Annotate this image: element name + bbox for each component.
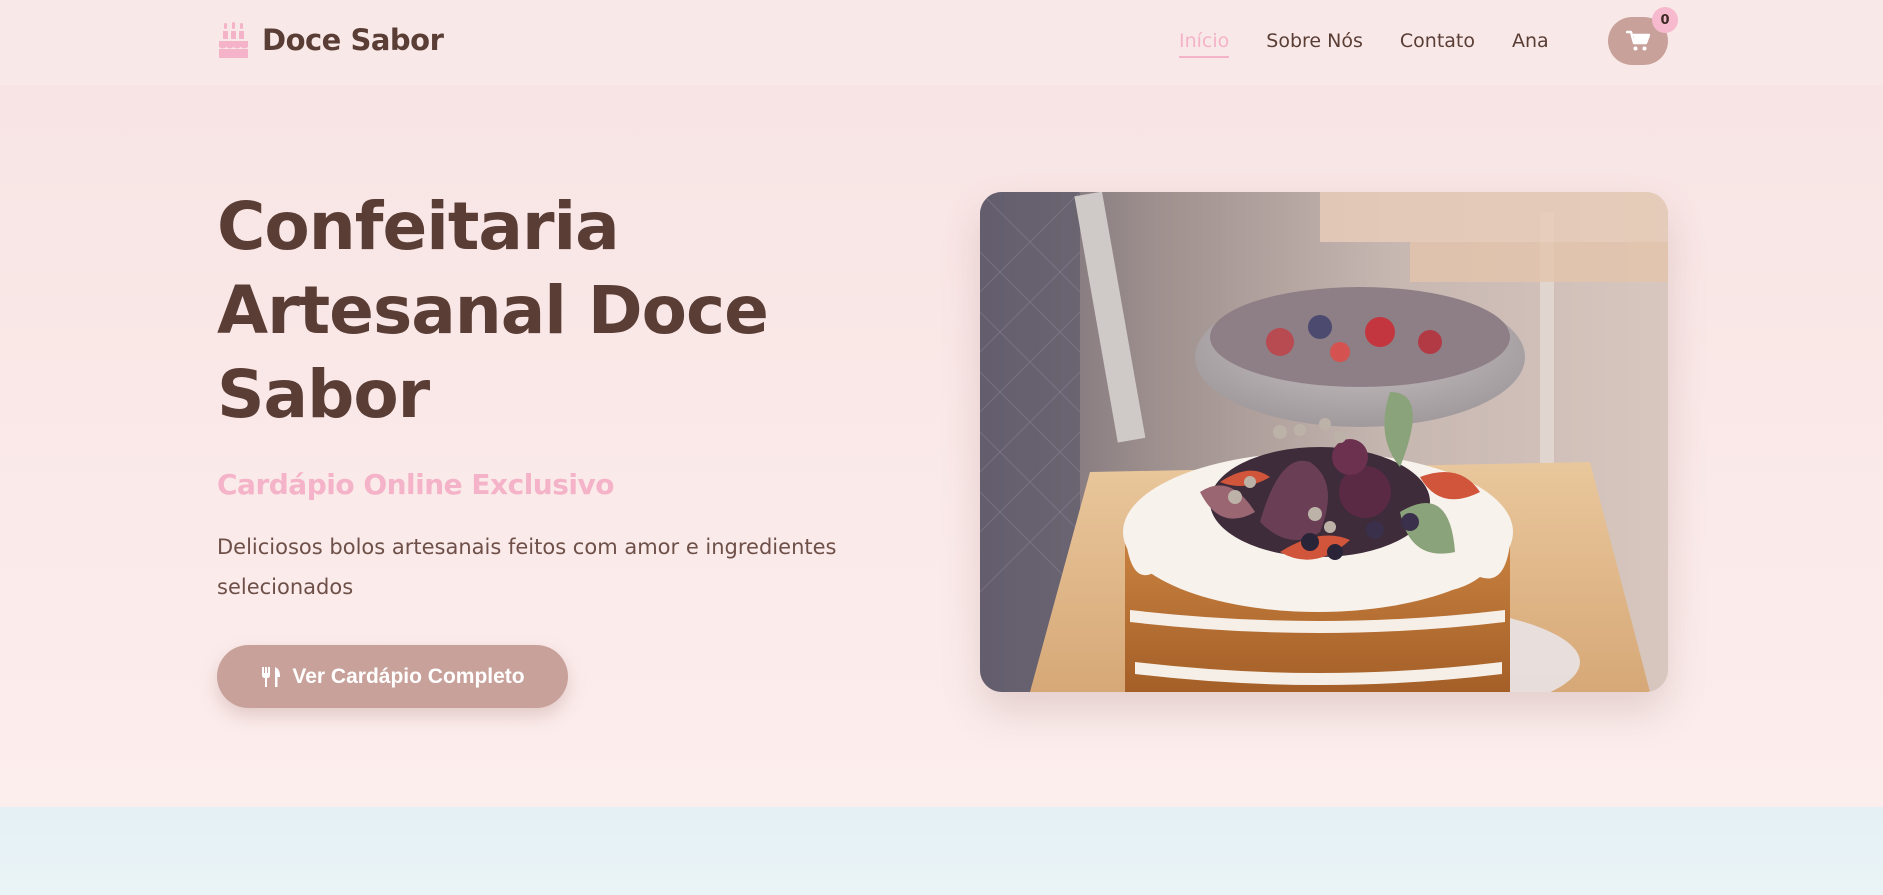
next-section: [0, 807, 1883, 895]
cart-button[interactable]: 0: [1608, 7, 1678, 65]
brand-logo[interactable]: Doce Sabor: [217, 20, 444, 60]
birthday-cake-icon: [219, 22, 248, 58]
utensils-icon: [262, 666, 281, 687]
hero-section: Confeitaria Artesanal Doce Sabor Cardápi…: [0, 85, 1883, 807]
site-header: Doce Sabor Início Sobre Nós Contato Ana …: [0, 0, 1883, 85]
brand-name: Doce Sabor: [262, 23, 444, 57]
nav-item-sobre-nos[interactable]: Sobre Nós: [1266, 30, 1363, 52]
shopping-cart-icon: [1626, 30, 1650, 51]
nav-item-contato[interactable]: Contato: [1400, 30, 1475, 52]
nav-item-user-ana[interactable]: Ana: [1512, 30, 1549, 52]
hero-cake-image: [980, 192, 1668, 692]
hero-description: Deliciosos bolos artesanais feitos com a…: [217, 535, 837, 599]
cart-count-badge: 0: [1652, 7, 1678, 33]
view-menu-button[interactable]: Ver Cardápio Completo: [217, 645, 568, 708]
hero-title: Confeitaria Artesanal Doce Sabor: [217, 188, 769, 433]
hero-subtitle: Cardápio Online Exclusivo: [217, 468, 615, 501]
view-menu-button-label: Ver Cardápio Completo: [292, 664, 525, 688]
nav-item-inicio[interactable]: Início: [1179, 30, 1230, 58]
main-nav: Início Sobre Nós Contato Ana: [1179, 26, 1586, 58]
